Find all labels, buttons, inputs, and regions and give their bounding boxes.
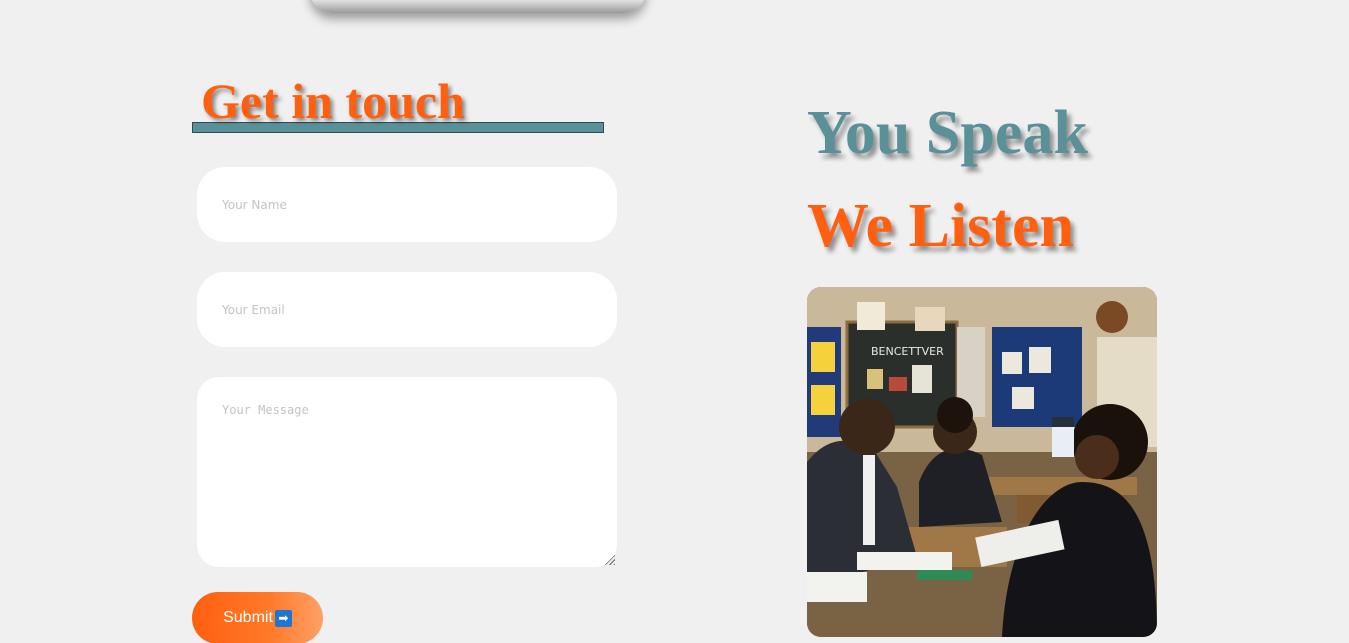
contact-heading: Get in touch xyxy=(192,72,604,134)
classroom-meeting-photo: BENCETTVER xyxy=(807,287,1157,637)
right-arrow-icon: ➡ xyxy=(274,609,292,627)
submit-button[interactable]: Submit ➡ xyxy=(192,592,323,643)
photo-board-text: BENCETTVER xyxy=(871,345,944,358)
message-textarea[interactable] xyxy=(197,377,617,567)
submit-label: Submit xyxy=(223,609,273,626)
tagline-we-listen: We Listen xyxy=(807,192,1074,260)
name-input[interactable] xyxy=(197,167,617,242)
tagline-you-speak: You Speak xyxy=(807,99,1088,167)
email-input[interactable] xyxy=(197,272,617,347)
get-in-touch-title: Get in touch xyxy=(201,73,465,129)
top-banner-image xyxy=(310,0,646,13)
photo-illustration: BENCETTVER xyxy=(807,287,1157,637)
